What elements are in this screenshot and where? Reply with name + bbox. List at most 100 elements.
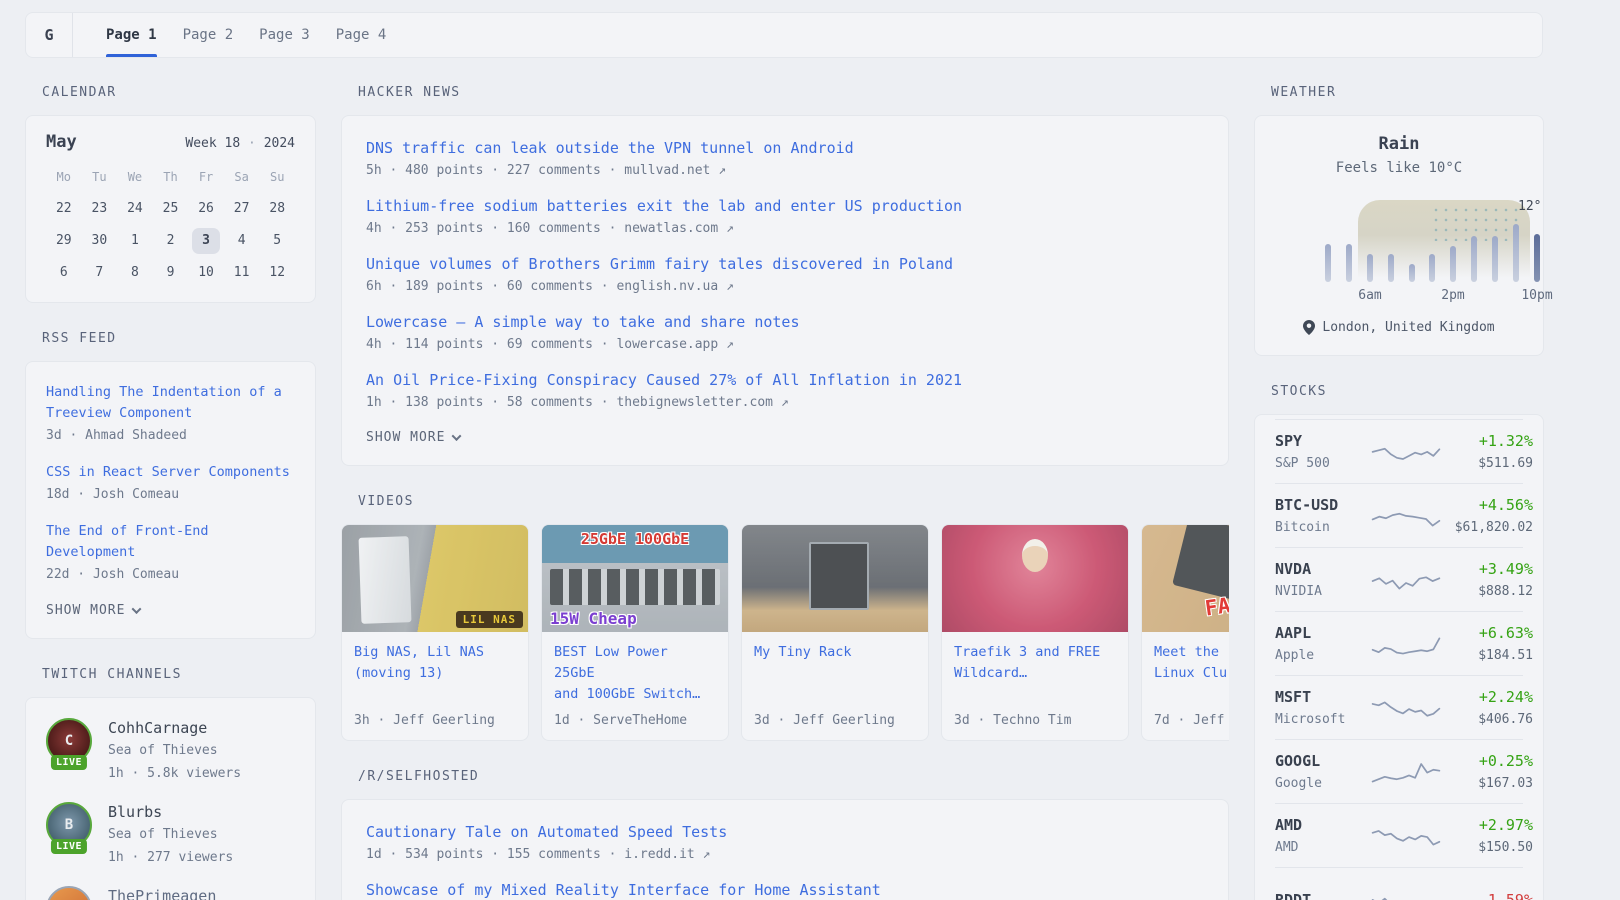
stock-labels: AAPL Apple — [1275, 623, 1371, 665]
weather-feels-like: Feels like 10°C — [1275, 160, 1523, 176]
stock-sparkline — [1371, 438, 1441, 466]
weather-bar — [1388, 254, 1394, 282]
separator-dot: · — [248, 136, 256, 151]
stock-sparkline — [1371, 822, 1441, 850]
stock-name: Microsoft — [1275, 710, 1371, 729]
stock-name: AMD — [1275, 838, 1371, 857]
stock-symbol[interactable]: MSFT — [1275, 687, 1371, 707]
twitch-channel-name[interactable]: CohhCarnage — [108, 718, 241, 738]
video-title[interactable]: Traefik 3 and FREE Wildcard… — [954, 642, 1116, 684]
hn-show-more-button[interactable]: SHOW MORE — [366, 430, 1204, 445]
twitch-channel-viewers: 1h · 5.8k viewers — [108, 764, 241, 784]
calendar-day-number: 29 — [50, 228, 78, 254]
calendar-day-number: 22 — [50, 196, 78, 222]
hn-item: DNS traffic can leak outside the VPN tun… — [366, 138, 1204, 181]
weather-condition: Rain — [1275, 134, 1523, 154]
stock-row[interactable]: GOOGL Google +0.25% $167.03 — [1275, 739, 1523, 803]
video-thumbnail[interactable] — [742, 525, 928, 632]
hn-item-title[interactable]: Lithium-free sodium batteries exit the l… — [366, 196, 1204, 217]
hn-item-title[interactable]: Unique volumes of Brothers Grimm fairy t… — [366, 254, 1204, 275]
weekday-label: Sa — [224, 164, 260, 193]
video-meta: 3d · Jeff Geerling — [754, 705, 916, 728]
video-thumbnail[interactable]: LIL NAS — [342, 525, 528, 632]
video-thumbnail[interactable]: FAS — [1142, 525, 1229, 632]
stock-symbol[interactable]: AAPL — [1275, 623, 1371, 643]
calendar-section-title: CALENDAR — [42, 85, 316, 100]
video-title[interactable]: Big NAS, Lil NAS (moving 13) — [354, 642, 516, 684]
calendar-widget: May Week 18 · 2024 Mo Tu — [25, 115, 316, 303]
video-card: My Tiny Rack 3d · Jeff Geerling — [741, 524, 929, 741]
hn-item-title[interactable]: An Oil Price-Fixing Conspiracy Caused 27… — [366, 370, 1204, 391]
video-thumbnail[interactable] — [942, 525, 1128, 632]
video-thumbnail[interactable]: 25GbE 100GbE 15W Cheap — [542, 525, 728, 632]
stock-change: +3.49% — [1441, 559, 1533, 579]
calendar-week-number: Week 18 — [185, 136, 240, 151]
stock-row[interactable]: SPY S&P 500 +1.32% $511.69 — [1275, 419, 1523, 483]
hn-item-title[interactable]: DNS traffic can leak outside the VPN tun… — [366, 138, 1204, 159]
page-tab[interactable]: Page 3 — [246, 13, 323, 57]
weather-location-text: London, United Kingdom — [1322, 320, 1494, 335]
hn-item-title[interactable]: Lowercase – A simple way to take and sha… — [366, 312, 1204, 333]
time-label: 10pm — [1521, 288, 1552, 303]
weekday-label: We — [117, 164, 153, 193]
stock-row[interactable]: BTC-USD Bitcoin +4.56% $61,820.02 — [1275, 483, 1523, 547]
rss-item-title[interactable]: CSS in React Server Components — [46, 462, 295, 483]
calendar-day: 23 — [82, 193, 118, 224]
stock-row[interactable]: MSFT Microsoft +2.24% $406.76 — [1275, 675, 1523, 739]
stock-values: -1.59% — [1441, 890, 1533, 900]
stock-row[interactable]: NVDA NVIDIA +3.49% $888.12 — [1275, 547, 1523, 611]
video-card: FAS Meet the Linux Clu 7d · Jeff — [1141, 524, 1229, 741]
thumbnail-overlay-text: LIL NAS — [456, 611, 523, 628]
calendar-day: 6 — [46, 257, 82, 288]
stock-values: +4.56% $61,820.02 — [1441, 495, 1533, 537]
stock-values: +0.25% $167.03 — [1441, 751, 1533, 793]
weather-bar — [1409, 264, 1415, 282]
hn-item-meta: 6h · 189 points · 60 comments · english.… — [366, 276, 1204, 297]
calendar-day: 30 — [82, 225, 118, 256]
stock-symbol[interactable]: NVDA — [1275, 559, 1371, 579]
dashboard: G Page 1 Page 2 Page 3 Page 4 CALENDAR M… — [25, 12, 1543, 900]
video-title[interactable]: My Tiny Rack — [754, 642, 916, 663]
app-logo[interactable]: G — [26, 13, 73, 57]
stock-symbol[interactable]: BTC-USD — [1275, 495, 1371, 515]
video-title[interactable]: Meet the Linux Clu — [1154, 642, 1229, 684]
stock-symbol[interactable]: GOOGL — [1275, 751, 1371, 771]
calendar-day-number: 2 — [156, 228, 184, 254]
page-tab[interactable]: Page 1 — [93, 13, 170, 57]
stock-symbol[interactable]: AMD — [1275, 815, 1371, 835]
rss-show-more-button[interactable]: SHOW MORE — [46, 603, 295, 618]
current-temp-label: 12° — [1518, 199, 1541, 214]
calendar-day-number: 27 — [228, 196, 256, 222]
rss-item: Handling The Indentation of a Treeview C… — [46, 382, 295, 446]
stock-sparkline — [1371, 886, 1441, 900]
page-tab[interactable]: Page 2 — [170, 13, 247, 57]
stock-row[interactable]: RDDT -1.59% — [1275, 867, 1523, 900]
stock-price: $167.03 — [1441, 774, 1533, 793]
video-title[interactable]: BEST Low Power 25GbE and 100GbE Switch… — [554, 642, 716, 705]
page-tabs: Page 1 Page 2 Page 3 Page 4 — [93, 13, 399, 57]
twitch-channel-name[interactable]: Blurbs — [108, 802, 233, 822]
page-tab[interactable]: Page 4 — [323, 13, 400, 57]
reddit-item-title[interactable]: Cautionary Tale on Automated Speed Tests — [366, 822, 1204, 843]
thumbnail-overlay-text: FAS — [1204, 591, 1229, 620]
stock-symbol[interactable]: RDDT — [1275, 890, 1371, 900]
video-meta: 3h · Jeff Geerling — [354, 705, 516, 728]
stock-row[interactable]: AAPL Apple +6.63% $184.51 — [1275, 611, 1523, 675]
reddit-item-title[interactable]: Showcase of my Mixed Reality Interface f… — [366, 880, 1204, 900]
calendar-day: 2 — [153, 225, 189, 256]
stocks-widget: SPY S&P 500 +1.32% $511.69 — [1254, 414, 1544, 900]
twitch-channel-row: C LIVE CohhCarnage Sea of Thieves 1h · 5… — [46, 718, 295, 784]
stock-labels: BTC-USD Bitcoin — [1275, 495, 1371, 537]
calendar-day: 25 — [153, 193, 189, 224]
hn-item-meta: 1h · 138 points · 58 comments · thebigne… — [366, 392, 1204, 413]
thumbnail-overlay-text-2: 15W Cheap — [550, 609, 637, 628]
stock-row[interactable]: AMD AMD +2.97% $150.50 — [1275, 803, 1523, 867]
stock-sparkline — [1371, 630, 1441, 658]
twitch-channel-name[interactable]: ThePrimeagen — [108, 886, 216, 900]
stock-symbol[interactable]: SPY — [1275, 431, 1371, 451]
hacker-news-widget: DNS traffic can leak outside the VPN tun… — [341, 115, 1229, 466]
rss-item-title[interactable]: The End of Front-End Development — [46, 521, 295, 563]
avatar — [46, 886, 92, 900]
stock-change: +6.63% — [1441, 623, 1533, 643]
rss-item-title[interactable]: Handling The Indentation of a Treeview C… — [46, 382, 295, 424]
